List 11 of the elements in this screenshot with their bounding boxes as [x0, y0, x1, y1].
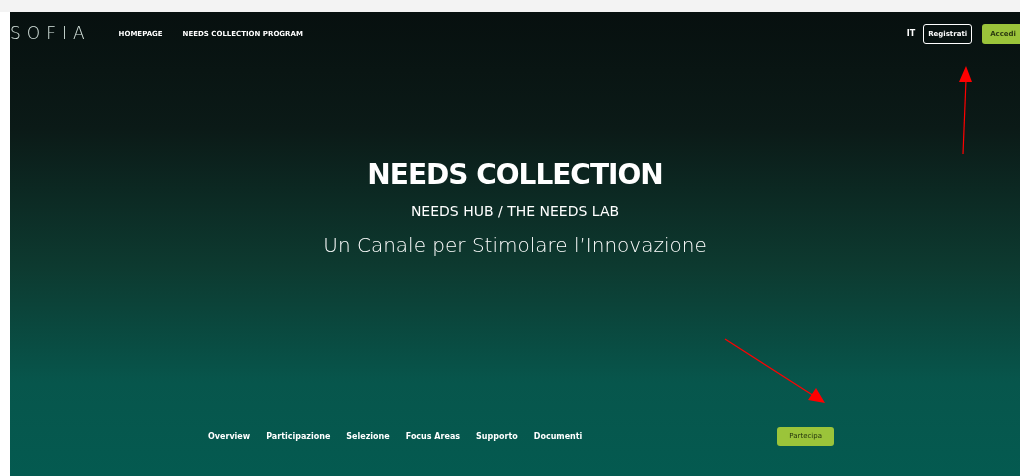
- hero-subtitle: NEEDS HUB / THE NEEDS LAB: [410, 202, 620, 221]
- logo[interactable]: SOFIA: [10, 21, 91, 47]
- section-tab[interactable]: Documenti: [533, 430, 583, 443]
- section-tab[interactable]: Supporto: [476, 430, 518, 443]
- language-selector[interactable]: IT: [906, 28, 916, 40]
- section-tab[interactable]: Focus Areas: [405, 430, 461, 443]
- section-tab[interactable]: Selezione: [346, 430, 390, 443]
- section-tab[interactable]: Overview: [208, 430, 251, 443]
- hero-title: NEEDS COLLECTION: [367, 157, 663, 193]
- section-tab[interactable]: Participazione: [266, 430, 331, 443]
- hero-tagline: Un Canale per Stimolare l’Innovazione: [323, 232, 707, 259]
